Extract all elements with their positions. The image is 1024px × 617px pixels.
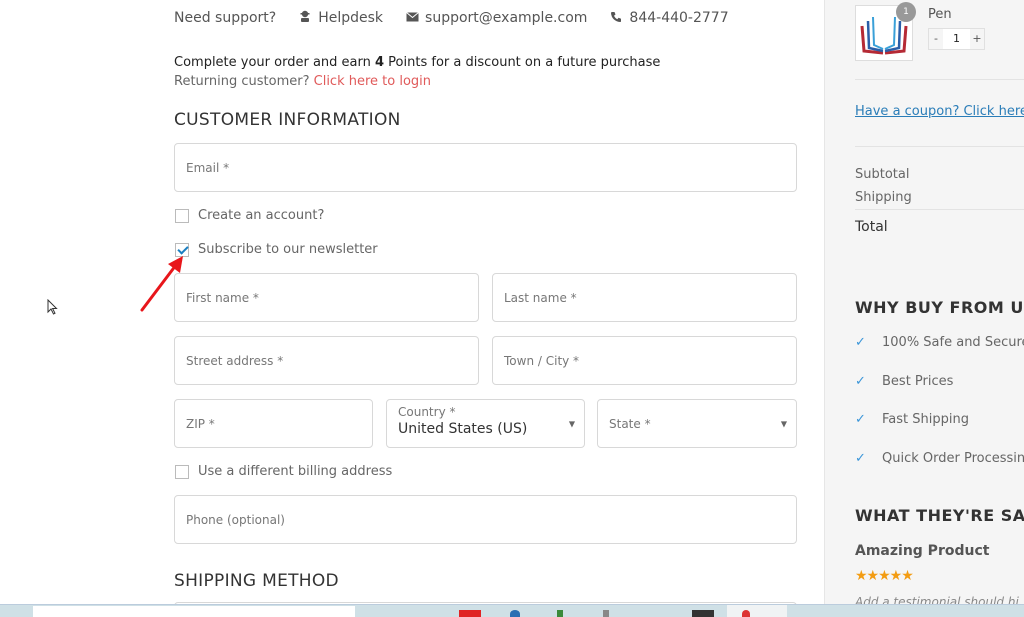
- quantity-badge: 1: [896, 2, 916, 22]
- different-billing-box[interactable]: [175, 464, 189, 479]
- why-item: ✓ Best Prices: [855, 374, 954, 389]
- helpdesk-link[interactable]: Helpdesk: [298, 10, 383, 26]
- points-message: Complete your order and earn 4 Points fo…: [174, 55, 661, 70]
- points-value: 4: [375, 55, 385, 70]
- review-title: Amazing Product: [855, 543, 990, 559]
- taskbar-search[interactable]: [33, 606, 355, 617]
- why-item: ✓ Fast Shipping: [855, 412, 969, 427]
- why-item: ✓ 100% Safe and Secure S: [855, 335, 1024, 350]
- star-rating: ★★★★★: [855, 568, 914, 584]
- create-account-checkbox[interactable]: Create an account?: [175, 208, 324, 223]
- product-name: Pen: [928, 7, 952, 22]
- taskbar-active-app[interactable]: [727, 605, 787, 617]
- chevron-down-icon: ▼: [780, 419, 787, 428]
- taskbar-app-icon[interactable]: [692, 610, 714, 617]
- country-value: United States (US): [398, 421, 528, 437]
- quantity-input[interactable]: 1: [943, 29, 970, 49]
- coupon-link[interactable]: Have a coupon? Click here to: [855, 104, 1024, 119]
- testimonials-title: WHAT THEY'RE SAYI: [855, 506, 1024, 525]
- checkout-main: Need support? Helpdesk support@example.c…: [0, 0, 824, 617]
- phone-field[interactable]: Phone (optional): [174, 495, 797, 544]
- last-name-field[interactable]: Last name *: [492, 273, 797, 322]
- different-billing-checkbox[interactable]: Use a different billing address: [175, 464, 392, 479]
- increase-quantity-button[interactable]: +: [970, 29, 984, 49]
- taskbar-app-icon[interactable]: [510, 610, 520, 617]
- order-summary-sidebar: 1 Pen - 1 + Have a coupon? Click here to…: [824, 0, 1024, 617]
- taskbar-app-icon[interactable]: [603, 610, 609, 617]
- zip-field[interactable]: ZIP *: [174, 399, 373, 448]
- why-item: ✓ Quick Order Processing: [855, 451, 1024, 466]
- total-label: Total: [855, 219, 888, 235]
- divider: [855, 146, 1024, 147]
- os-taskbar: [0, 604, 1024, 617]
- checkmark-icon: ✓: [855, 412, 866, 427]
- checkmark-icon: ✓: [855, 374, 866, 389]
- create-account-box[interactable]: [175, 208, 189, 223]
- chevron-down-icon: ▼: [568, 419, 575, 428]
- state-select[interactable]: State * ▼: [597, 399, 797, 448]
- first-name-field[interactable]: First name *: [174, 273, 479, 322]
- login-link[interactable]: Click here to login: [314, 74, 431, 89]
- checkmark-icon: ✓: [855, 335, 866, 350]
- divider: [855, 79, 1024, 80]
- quantity-stepper[interactable]: - 1 +: [928, 28, 985, 50]
- shipping-label: Shipping: [855, 190, 912, 205]
- subtotal-label: Subtotal: [855, 167, 910, 182]
- taskbar-app-icon[interactable]: [742, 610, 750, 617]
- support-phone-link[interactable]: 844-440-2777: [609, 10, 729, 26]
- email-field[interactable]: Email *: [174, 143, 797, 192]
- decrease-quantity-button[interactable]: -: [929, 29, 943, 49]
- support-email-link[interactable]: support@example.com: [405, 10, 587, 26]
- town-city-field[interactable]: Town / City *: [492, 336, 797, 385]
- helpdesk-icon: [298, 10, 312, 26]
- divider: [855, 209, 1024, 210]
- country-select[interactable]: Country * United States (US) ▼: [386, 399, 585, 448]
- street-address-field[interactable]: Street address *: [174, 336, 479, 385]
- customer-information-title: CUSTOMER INFORMATION: [174, 110, 401, 130]
- checkmark-icon: ✓: [855, 451, 866, 466]
- shipping-method-title: SHIPPING METHOD: [174, 571, 339, 591]
- phone-icon: [609, 11, 623, 26]
- mouse-cursor-icon: [47, 299, 58, 315]
- returning-customer: Returning customer? Click here to login: [174, 74, 432, 89]
- newsletter-checkbox[interactable]: Subscribe to our newsletter: [175, 242, 378, 257]
- why-buy-title: WHY BUY FROM US: [855, 298, 1024, 317]
- mail-icon: [405, 11, 419, 25]
- support-bar: Need support? Helpdesk support@example.c…: [174, 10, 751, 26]
- taskbar-app-icon[interactable]: [557, 610, 563, 617]
- taskbar-app-icon[interactable]: [459, 610, 481, 617]
- support-label: Need support?: [174, 10, 277, 26]
